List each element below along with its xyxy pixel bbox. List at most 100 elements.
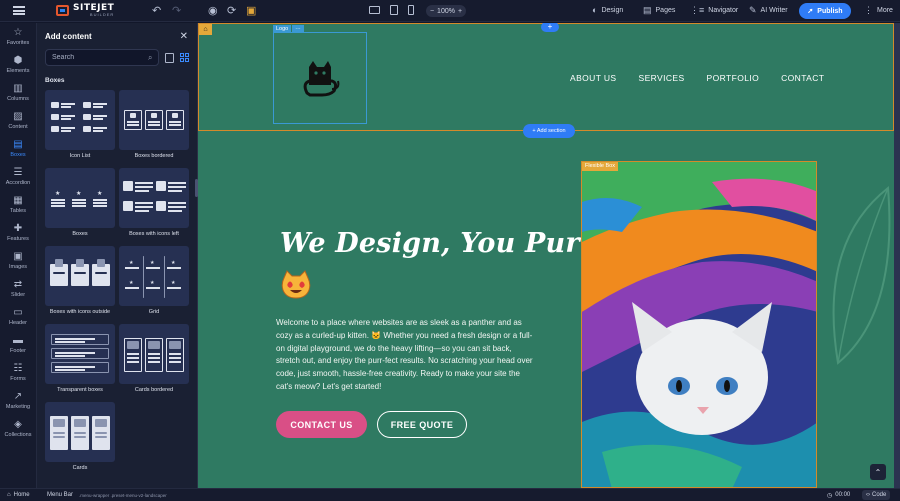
status-bar: ⌂ Home Menu Bar .menu-wrapper .preset-men… <box>0 488 900 501</box>
add-above-button[interactable]: + <box>541 23 559 32</box>
thumbnail-shape <box>50 264 68 286</box>
flexible-box[interactable]: Flexible Box <box>581 161 817 488</box>
thumbnail-shape <box>55 341 85 343</box>
ai-icon: ✎ <box>749 5 757 15</box>
block-thumbnail: ★ ★ ★ <box>45 168 115 228</box>
sitejet-logo-icon <box>56 5 69 16</box>
rail-item-columns[interactable]: ▥ Columns <box>0 79 36 107</box>
add-section-button[interactable]: + Add section <box>523 124 575 138</box>
zoom-in-icon[interactable]: + <box>458 8 462 15</box>
rail-item-footer[interactable]: ▬ Footer <box>0 331 36 359</box>
zoom-out-icon[interactable]: − <box>430 8 434 15</box>
logo-element[interactable] <box>273 32 367 124</box>
grid-view-icon[interactable] <box>180 52 189 63</box>
star-icon: ☆ <box>13 27 23 38</box>
thumbnail-shape <box>168 202 186 204</box>
nav-services[interactable]: SERVICES <box>639 73 685 83</box>
undo-icon[interactable]: ↶ <box>152 4 161 17</box>
zoom-control[interactable]: − 100% + <box>426 5 466 17</box>
preview-eye-icon[interactable]: ◉ <box>208 4 218 17</box>
list-view-icon[interactable] <box>165 52 174 63</box>
rail-item-forms[interactable]: ☷ Forms <box>0 359 36 387</box>
thumbnail-shape: ★ <box>150 260 155 266</box>
rail-item-accordion[interactable]: ☰ Accordion <box>0 163 36 191</box>
rail-item-label: Forms <box>10 376 26 382</box>
time-value: 00:00 <box>835 492 851 498</box>
chart-icon: ↗ <box>13 391 23 402</box>
block-card-grid[interactable]: ★ ★ ★ ★ ★ ★ Grid <box>119 246 189 320</box>
rail-item-images[interactable]: ▣ Images <box>0 247 36 275</box>
flexible-box-tag[interactable]: Flexible Box <box>582 162 618 171</box>
rail-item-tables[interactable]: ▦ Tables <box>0 191 36 219</box>
breadcrumb-home[interactable]: ⌂ Home <box>7 492 30 498</box>
thumbnail-shape <box>61 127 75 129</box>
thumbnail-shape <box>135 210 149 212</box>
block-card-cards-bordered[interactable]: Cards bordered <box>119 324 189 398</box>
thumbnail-shape <box>53 432 65 434</box>
rail-item-elements[interactable]: ⬢ Elements <box>0 51 36 79</box>
thumbnail-shape <box>55 352 95 354</box>
close-icon[interactable]: ✕ <box>180 31 188 42</box>
code-label: Code <box>872 492 887 498</box>
timer: ◷ 00:00 <box>827 492 850 499</box>
thumbnail-shape <box>127 353 139 355</box>
nav-about[interactable]: ABOUT US <box>570 73 617 83</box>
thumbnail-shape <box>55 259 63 267</box>
pages-button[interactable]: ▤ Pages <box>643 5 675 16</box>
rail-item-features[interactable]: ✚ Features <box>0 219 36 247</box>
mobile-view-icon[interactable] <box>408 5 414 15</box>
rail-item-content[interactable]: ▨ Content <box>0 107 36 135</box>
clock-icon: ◷ <box>827 492 833 499</box>
block-card-transparent-boxes[interactable]: Transparent boxes <box>45 324 115 398</box>
redo-icon[interactable]: ↷ <box>172 4 181 17</box>
home-icon[interactable]: ⌂ <box>199 24 212 35</box>
canvas-scrollbar[interactable] <box>894 23 900 488</box>
thumbnail-shape <box>169 361 181 363</box>
refresh-icon[interactable]: ⟳ <box>227 4 236 17</box>
navigator-button[interactable]: ⋮≡ Navigator <box>690 5 738 16</box>
thumbnail-shape <box>169 353 181 355</box>
thumbnail-shape <box>53 419 65 427</box>
search-field[interactable]: ⌕ <box>45 49 160 66</box>
rail-item-marketing[interactable]: ↗ Marketing <box>0 387 36 415</box>
free-quote-button[interactable]: FREE QUOTE <box>377 411 467 438</box>
nav-portfolio[interactable]: PORTFOLIO <box>707 73 760 83</box>
block-card-boxes[interactable]: ★ ★ ★ Boxes <box>45 168 115 242</box>
code-button[interactable]: ‹› Code <box>862 490 891 500</box>
thumbnail-shape <box>51 114 59 120</box>
navigator-label: Navigator <box>708 7 739 14</box>
block-card-label: Boxes <box>72 231 88 237</box>
rail-item-slider[interactable]: ⇄ Slider <box>0 275 36 303</box>
header-section[interactable]: ⌂ + Logo ··· ABOUT US SERVICES PORTFOLIO… <box>198 23 894 131</box>
search-input[interactable] <box>52 54 148 61</box>
more-label: More <box>877 7 893 14</box>
page-canvas: ⌂ + Logo ··· ABOUT US SERVICES PORTFOLIO… <box>198 23 894 488</box>
contact-us-button[interactable]: CONTACT US <box>276 411 367 438</box>
block-card-boxes-with-icons-outside[interactable]: Boxes with icons outside <box>45 246 115 320</box>
block-card-boxes-with-icons-left[interactable]: Boxes with icons left <box>119 168 189 242</box>
design-button[interactable]: ◐ Design <box>592 5 623 15</box>
thumbnail-shape <box>148 361 160 363</box>
thumbnail-shape <box>148 341 160 349</box>
tablet-view-icon[interactable] <box>390 5 398 15</box>
palette-icon: ◐ <box>592 5 598 15</box>
breadcrumb-menu[interactable]: Menu Bar <box>47 492 73 498</box>
thumbnail-shape: ★ <box>129 260 134 266</box>
rail-item-boxes[interactable]: ▤ Boxes <box>0 135 36 163</box>
save-icon[interactable]: ▣ <box>246 4 256 17</box>
block-card-cards[interactable]: Cards <box>45 402 115 476</box>
publish-button[interactable]: ➚ Publish <box>799 3 851 19</box>
rail-item-favorites[interactable]: ☆ Favorites <box>0 23 36 51</box>
block-card-boxes-bordered[interactable]: Boxes bordered <box>119 90 189 164</box>
rail-item-collections[interactable]: ◈ Collections <box>0 415 36 443</box>
desktop-view-icon[interactable] <box>369 6 380 14</box>
block-card-icon-list[interactable]: Icon List <box>45 90 115 164</box>
menu-button[interactable] <box>0 6 38 15</box>
more-button[interactable]: ⋮ More <box>864 5 893 16</box>
stack-icon: ◈ <box>14 419 22 430</box>
ai-writer-button[interactable]: ✎ AI Writer <box>749 5 788 16</box>
thumbnail-shape: ★ <box>55 191 61 197</box>
rail-item-header[interactable]: ▭ Header <box>0 303 36 331</box>
scroll-top-icon[interactable]: ⌃ <box>870 464 886 480</box>
nav-contact[interactable]: CONTACT <box>781 73 824 83</box>
